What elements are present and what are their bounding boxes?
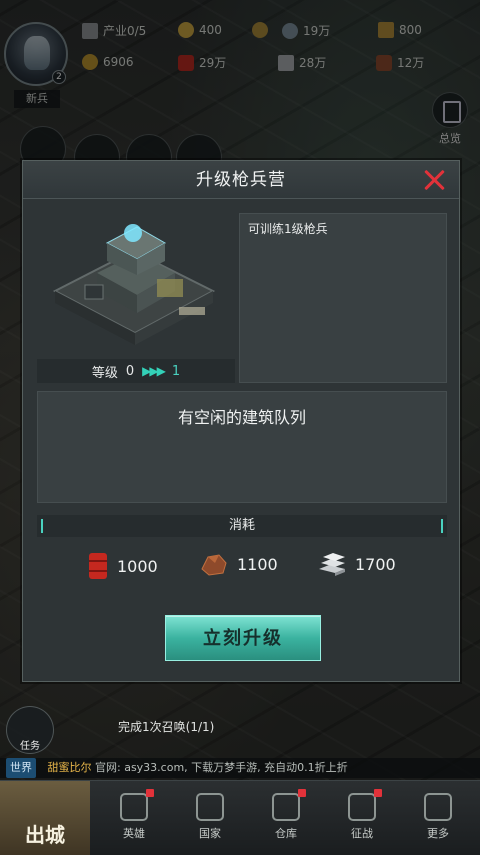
notification-dot: [298, 789, 306, 797]
oil-barrel-icon: [89, 553, 107, 579]
level-label: 等级: [91, 365, 118, 381]
ore-icon: [201, 554, 227, 576]
barracks-building-image: [37, 203, 235, 355]
upgrade-now-button[interactable]: 立刻升级: [165, 615, 321, 661]
task-label: 任务: [20, 741, 40, 752]
dialog-header: 升级枪兵营: [23, 161, 459, 199]
tab-campaign[interactable]: 征战: [332, 781, 392, 855]
hero-icon: [120, 793, 148, 821]
grid-icon: [424, 793, 452, 821]
shield-icon: [196, 793, 224, 821]
build-queue-panel: 有空闲的建筑队列: [37, 391, 447, 503]
notification-dot: [374, 789, 382, 797]
chat-message: 官网: asy33.com, 下载万梦手游, 充自动0.1折上折: [95, 761, 348, 774]
next-level: 1: [171, 363, 181, 379]
cost-header: 消耗: [37, 515, 447, 537]
warehouse-icon: [272, 793, 300, 821]
upgrade-description: 可训练1级枪兵: [248, 222, 328, 236]
chat-channel-tag: 世界: [6, 758, 36, 778]
queue-status-text: 有空闲的建筑队列: [177, 408, 306, 427]
dialog-title: 升级枪兵营: [196, 170, 286, 190]
tab-heroes[interactable]: 英雄: [104, 781, 164, 855]
notification-dot: [146, 789, 154, 797]
bottom-nav: 出城 英雄 国家 仓库 征战 更多: [0, 780, 480, 855]
steel-cost: 1700: [317, 551, 396, 577]
crossed-swords-icon: [348, 793, 376, 821]
tab-nation[interactable]: 国家: [180, 781, 240, 855]
oil-cost: 1000: [87, 551, 158, 581]
cost-list: 1000 1100 1700: [37, 545, 447, 587]
level-row: 等级 0 ▶▶▶ 1: [37, 359, 235, 383]
current-level: 0: [125, 363, 135, 379]
task-progress[interactable]: 完成1次召唤(1/1): [118, 718, 214, 735]
tab-more[interactable]: 更多: [408, 781, 468, 855]
go-out-button[interactable]: 出城: [0, 781, 90, 855]
upgrade-description-panel: 可训练1级枪兵: [239, 213, 447, 383]
task-button[interactable]: 任务: [6, 706, 54, 754]
upgrade-dialog: 升级枪兵营 等级 0 ▶▶▶ 1 可训练1级枪兵 有空闲的建筑队列 消耗 100…: [22, 160, 460, 682]
triple-arrow-icon: ▶▶▶: [142, 364, 166, 378]
steel-ingot-icon: [319, 553, 345, 576]
close-button[interactable]: [421, 167, 447, 193]
tab-warehouse[interactable]: 仓库: [256, 781, 316, 855]
world-chat-bar[interactable]: 世界 甜蜜比尔 官网: asy33.com, 下载万梦手游, 充自动0.1折上折: [0, 758, 480, 778]
ore-cost: 1100: [199, 551, 278, 577]
chat-username: 甜蜜比尔: [47, 761, 92, 774]
